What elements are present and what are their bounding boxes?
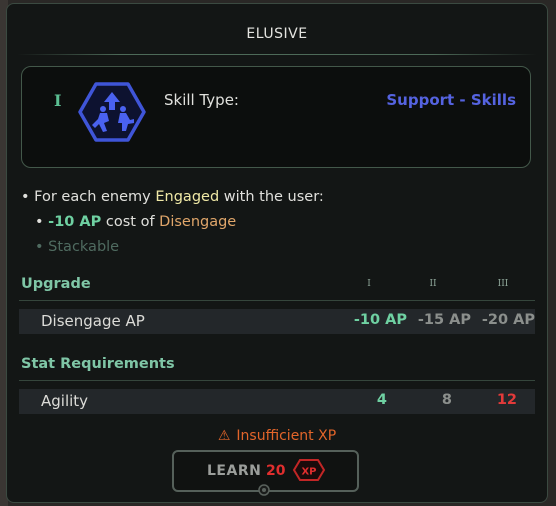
skill-title: ELUSIVE [246, 26, 308, 42]
title-divider [17, 54, 537, 55]
skill-type-value: Support - Skills [386, 91, 516, 109]
upgrade-value-tier-3: -20 AP [481, 312, 535, 328]
requirement-row-label: Agility [41, 392, 89, 410]
bullet: • [35, 239, 44, 255]
description-line-3: • Stackable [35, 239, 119, 255]
upgrade-row: Disengage AP -10 AP -15 AP -20 AP [19, 309, 535, 334]
skill-tier-mark: I [54, 91, 62, 110]
requirement-value-tier-2: 8 [441, 392, 452, 408]
learn-label: LEARN [207, 463, 262, 479]
keyword-disengage: Disengage [159, 214, 237, 230]
upgrade-heading: Upgrade [21, 276, 91, 292]
upgrade-divider [19, 300, 535, 301]
learn-cost: 20 [266, 463, 286, 479]
requirements-divider [19, 380, 535, 381]
stat-requirements-heading: Stat Requirements [21, 356, 175, 372]
bullet: • [21, 189, 30, 205]
button-knob-icon [258, 484, 270, 496]
upgrade-value-tier-1: -10 AP [353, 312, 407, 328]
tier-header-3: III [497, 279, 509, 289]
desc-suffix: with the user: [223, 189, 324, 205]
upgrade-row-label: Disengage AP [41, 312, 145, 330]
skill-info-box: I Skill Type: Support - Skills [21, 66, 531, 168]
description-line-2: • -10 AP cost of Disengage [35, 214, 236, 230]
warning-triangle-icon: ⚠ [217, 428, 231, 444]
tier-header-1: I [367, 279, 371, 289]
description-line-1: • For each enemy Engaged with the user: [21, 189, 324, 205]
bullet: • [35, 214, 44, 230]
xp-badge-icon: XP [292, 459, 326, 481]
unit-evade-hexagon-icon [78, 82, 146, 142]
desc-prefix: For each enemy [34, 189, 151, 205]
stackable-note: Stackable [48, 239, 120, 255]
tier-header-2: II [429, 279, 437, 289]
insufficient-xp-warning: ⚠ Insufficient XP [7, 428, 547, 444]
upgrade-value-tier-2: -15 AP [417, 312, 471, 328]
requirement-row: Agility 4 8 12 [19, 389, 535, 414]
keyword-engaged: Engaged [155, 189, 220, 205]
xp-badge-text: XP [301, 467, 316, 478]
ap-modifier: -10 AP [48, 214, 102, 230]
skill-type-label: Skill Type: [164, 91, 239, 109]
skill-tooltip-panel: ELUSIVE I Skill Type: Support - Skills •… [6, 3, 548, 503]
requirement-value-tier-1: 4 [376, 392, 387, 408]
desc-cost-text: cost of [105, 214, 155, 230]
warning-text: Insufficient XP [236, 428, 337, 444]
requirement-value-tier-3: 12 [496, 392, 517, 408]
